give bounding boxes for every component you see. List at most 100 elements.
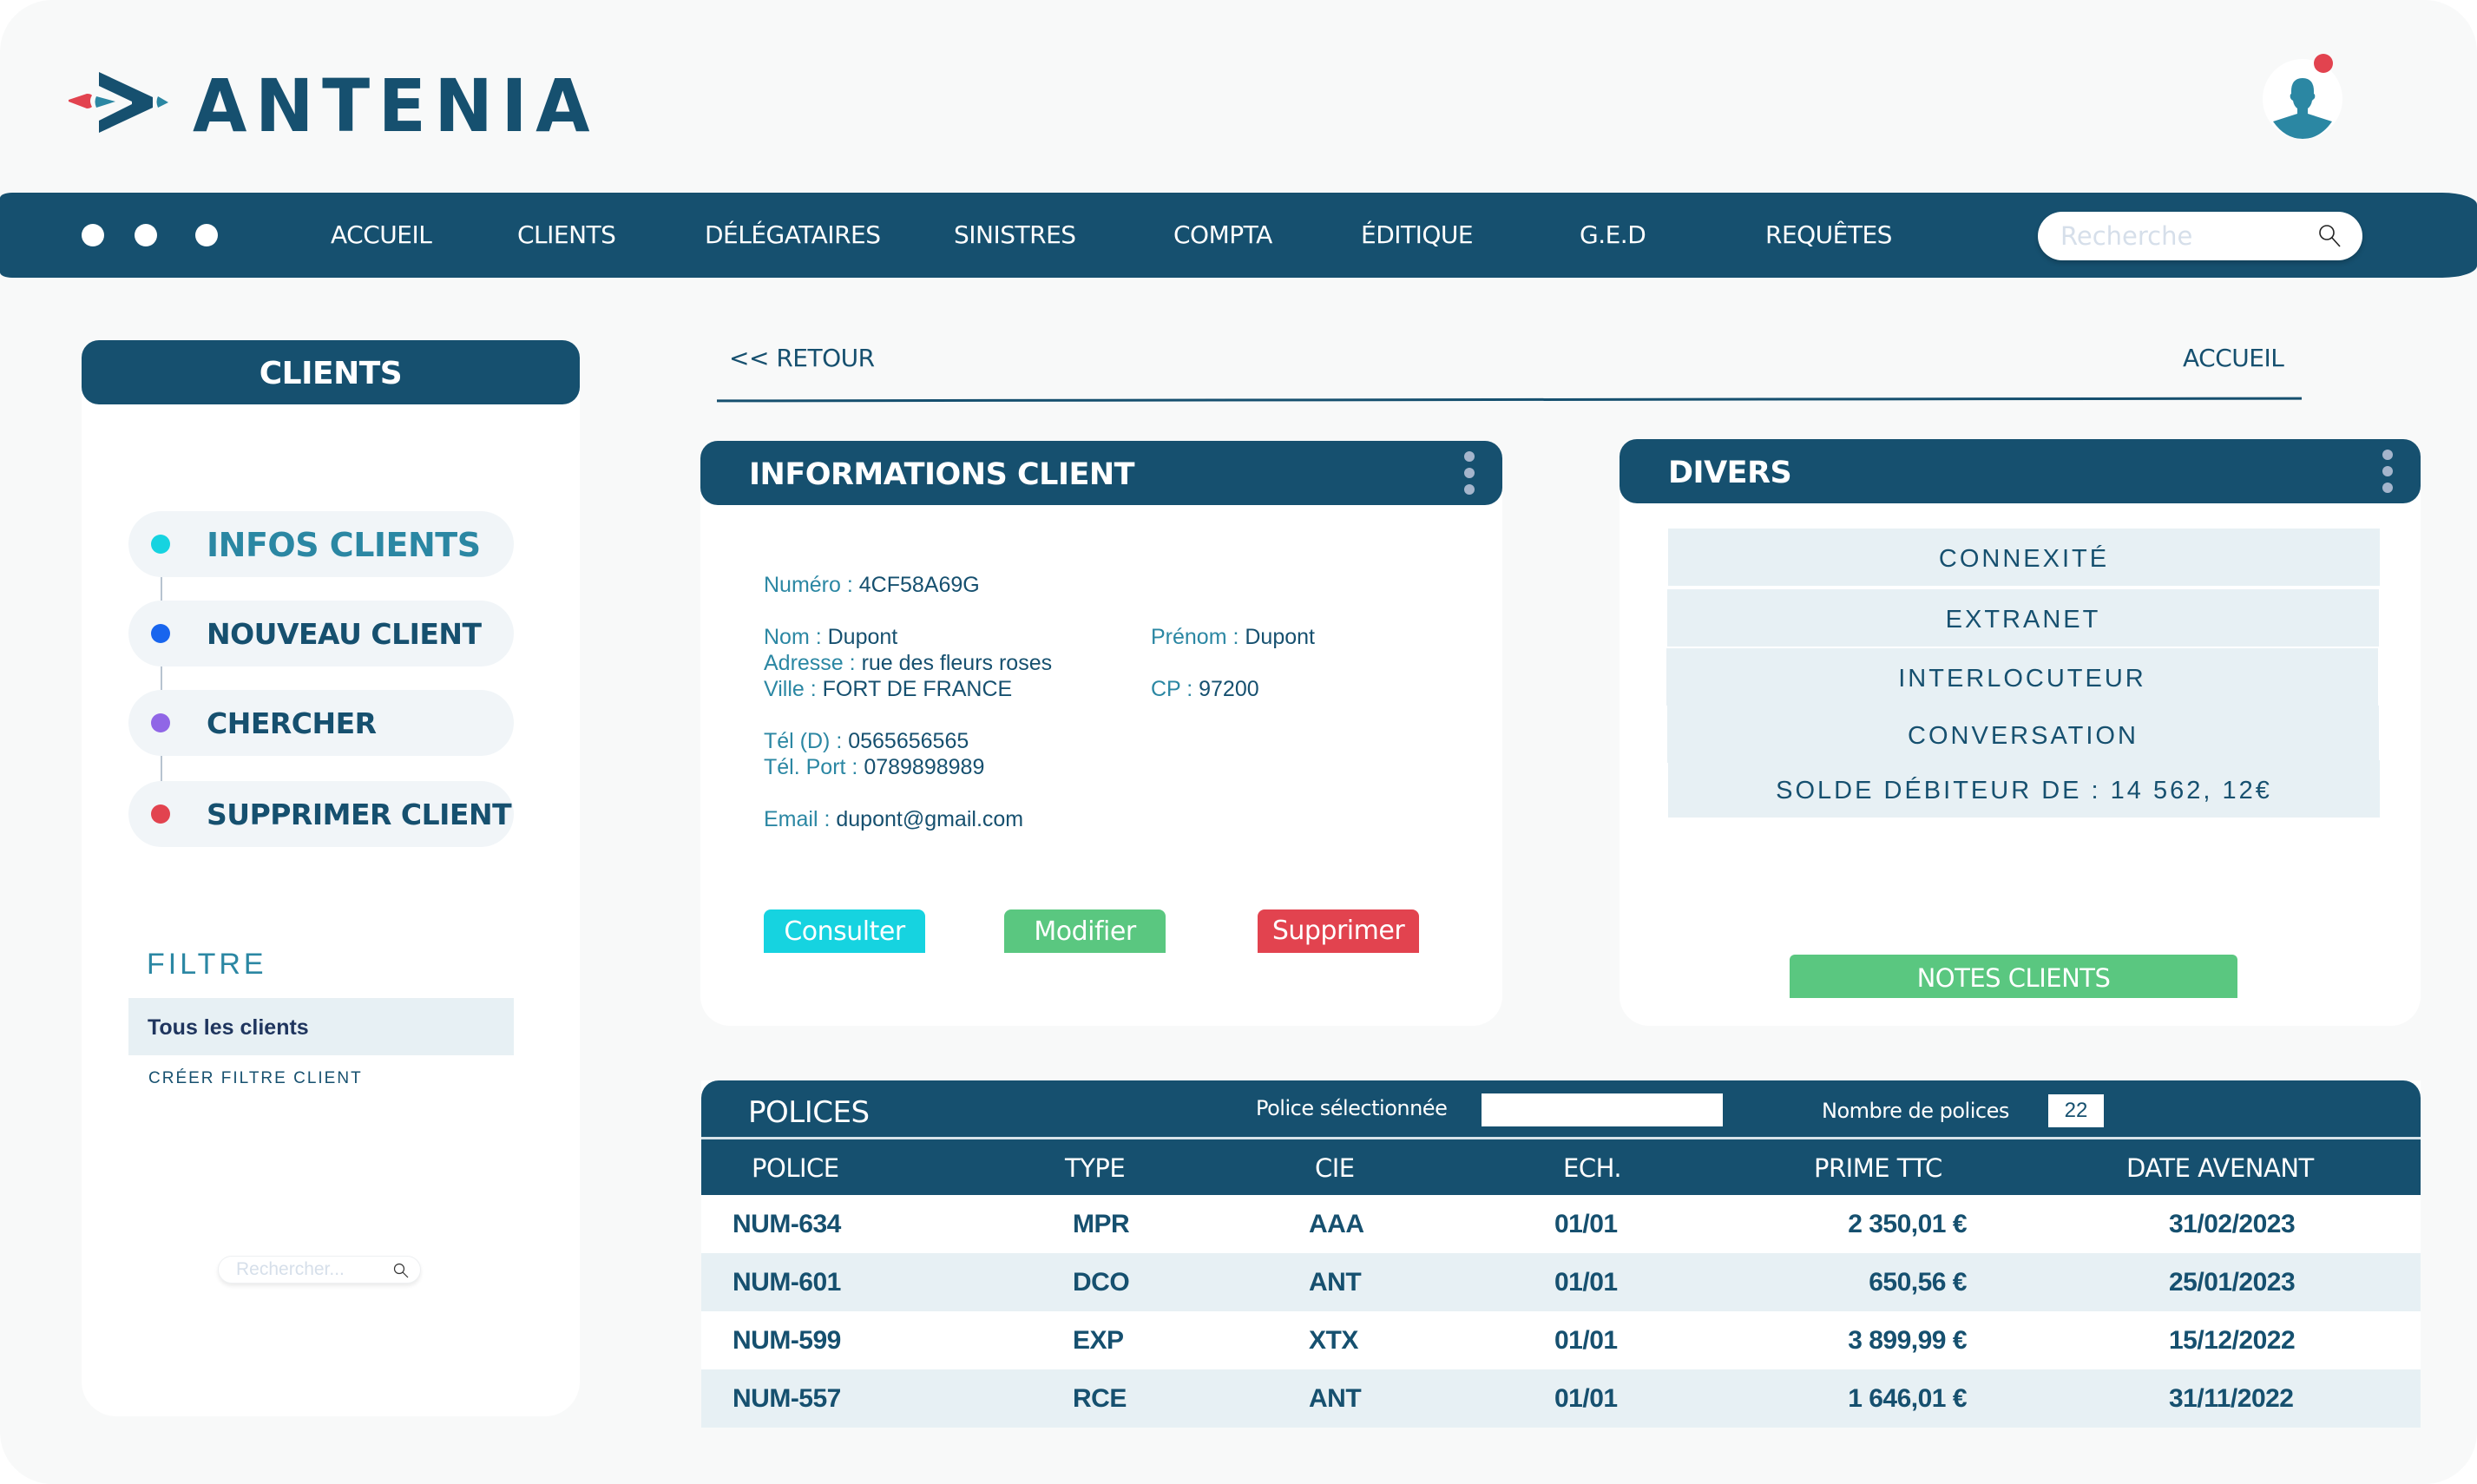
cell-prime-ttc: 650,56 € (1869, 1268, 1967, 1297)
sidebar-item-infos-clients[interactable]: INFOS CLIENTS (128, 511, 514, 577)
column-header-date-avenant[interactable]: DATE AVENANT (2126, 1139, 2314, 1197)
sidebar-search-input[interactable] (236, 1257, 384, 1283)
nav-item-requetes[interactable]: REQUÊTES (1765, 193, 1892, 278)
back-link[interactable]: << RETOUR (729, 344, 875, 372)
card-title: DIVERS (1668, 456, 1792, 490)
cell-date-avenant: 31/02/2023 (2169, 1210, 2296, 1238)
sidebar-item-chercher[interactable]: CHERCHER (128, 690, 514, 756)
column-header-ech[interactable]: ECH. (1563, 1139, 1622, 1197)
field-tel-port: Tél. Port : 0789898989 (764, 754, 984, 780)
column-header-police[interactable]: POLICE (752, 1139, 839, 1197)
field-value: FORT DE FRANCE (822, 677, 1013, 701)
divers-item-conversation[interactable]: CONVERSATION (1667, 706, 2379, 763)
global-search-input[interactable] (2060, 212, 2312, 260)
create-filter-link[interactable]: CRÉER FILTRE CLIENT (148, 1069, 363, 1088)
field-label: CP : (1151, 677, 1199, 701)
field-prenom: Prénom : Dupont (1151, 624, 1315, 650)
selected-policy-input[interactable] (1482, 1093, 1723, 1126)
clients-sidebar: CLIENTS INFOS CLIENTS NOUVEAU CLIENT CHE… (82, 340, 580, 1416)
cell-police: NUM-599 (733, 1326, 841, 1355)
filter-option-all-clients[interactable]: Tous les clients (128, 998, 514, 1055)
field-label: Tél. Port : (764, 755, 864, 779)
sidebar-item-supprimer-client[interactable]: SUPPRIMER CLIENT (128, 781, 514, 847)
cell-cie: ANT (1309, 1268, 1362, 1297)
bullet-icon (151, 804, 170, 824)
column-header-type[interactable]: TYPE (1065, 1139, 1126, 1197)
table-row[interactable]: NUM-557 RCE ANT 01/01 1 646,01 € 31/11/2… (701, 1369, 2421, 1428)
field-label: Email : (764, 807, 837, 831)
cell-prime-ttc: 3 899,99 € (1848, 1326, 1967, 1355)
sidebar-search (218, 1256, 421, 1284)
table-row[interactable]: NUM-601 DCO ANT 01/01 650,56 € 25/01/202… (701, 1253, 2421, 1311)
window-dot-icon[interactable] (82, 224, 104, 246)
notes-clients-button[interactable]: NOTES CLIENTS (1790, 955, 2237, 998)
nav-item-ged[interactable]: G.E.D (1580, 193, 1646, 278)
divers-item-connexite[interactable]: CONNEXITÉ (1668, 529, 2380, 586)
main-navbar: ACCUEIL CLIENTS DÉLÉGATAIRES SINISTRES C… (0, 193, 2477, 278)
column-header-cie[interactable]: CIE (1315, 1139, 1355, 1197)
user-avatar[interactable] (2263, 59, 2342, 139)
sidebar-title: CLIENTS (82, 340, 580, 404)
cell-type: DCO (1073, 1268, 1130, 1297)
cell-ech: 01/01 (1554, 1384, 1618, 1413)
search-icon[interactable] (392, 1262, 410, 1279)
cell-police: NUM-601 (733, 1268, 841, 1297)
field-label: Tél (D) : (764, 729, 849, 753)
field-value: Dupont (827, 625, 898, 649)
cell-prime-ttc: 1 646,01 € (1848, 1384, 1967, 1413)
cell-date-avenant: 25/01/2023 (2169, 1268, 2296, 1297)
field-adresse: Adresse : rue des fleurs roses (764, 650, 1052, 676)
divers-card: DIVERS CONNEXITÉ EXTRANET INTERLOCUTEUR … (1620, 439, 2421, 1026)
table-row[interactable]: NUM-599 EXP XTX 01/01 3 899,99 € 15/12/2… (701, 1311, 2421, 1369)
nav-item-editique[interactable]: ÉDITIQUE (1361, 193, 1474, 278)
nav-item-accueil[interactable]: ACCUEIL (331, 193, 432, 278)
field-value: 4CF58A69G (858, 573, 980, 597)
polices-title: POLICES (748, 1095, 870, 1130)
notification-badge[interactable] (2314, 54, 2333, 73)
nav-item-delegataires[interactable]: DÉLÉGATAIRES (705, 193, 881, 278)
field-value: 0565656565 (848, 729, 969, 753)
cell-ech: 01/01 (1554, 1210, 1618, 1238)
window-dot-icon[interactable] (135, 224, 157, 246)
card-header: INFORMATIONS CLIENT (700, 441, 1502, 505)
table-header: POLICE TYPE CIE ECH. PRIME TTC DATE AVEN… (701, 1139, 2421, 1195)
nav-item-compta[interactable]: COMPTA (1173, 193, 1272, 278)
window-dot-icon[interactable] (195, 224, 218, 246)
divers-item-extranet[interactable]: EXTRANET (1667, 589, 2379, 647)
delete-button[interactable]: Supprimer (1258, 909, 1419, 953)
antenia-logo-icon (69, 72, 168, 133)
cell-type: EXP (1073, 1326, 1124, 1355)
field-value: 97200 (1199, 677, 1259, 701)
policy-count: 22 (2048, 1094, 2104, 1127)
sidebar-item-label: NOUVEAU CLIENT (207, 617, 482, 651)
sidebar-item-nouveau-client[interactable]: NOUVEAU CLIENT (128, 601, 514, 666)
policy-count-label: Nombre de polices (1822, 1099, 2009, 1123)
cell-ech: 01/01 (1554, 1326, 1618, 1355)
field-email: Email : dupont@gmail.com (764, 806, 1023, 832)
consult-button[interactable]: Consulter (764, 909, 925, 953)
nav-item-sinistres[interactable]: SINISTRES (954, 193, 1076, 278)
table-row[interactable]: NUM-634 MPR AAA 01/01 2 350,01 € 31/02/2… (701, 1195, 2421, 1253)
bullet-icon (151, 535, 170, 554)
search-icon[interactable] (2316, 222, 2343, 250)
modify-button[interactable]: Modifier (1004, 909, 1166, 953)
brand-name: ANTENIA (193, 63, 599, 148)
cell-prime-ttc: 2 350,01 € (1848, 1210, 1967, 1238)
filter-title: FILTRE (147, 948, 267, 981)
brand-logo[interactable]: ANTENIA (68, 69, 615, 142)
field-value: rue des fleurs roses (861, 651, 1053, 675)
field-label: Numéro : (764, 573, 859, 597)
nav-item-clients[interactable]: CLIENTS (517, 193, 616, 278)
home-link[interactable]: ACCUEIL (2183, 344, 2284, 372)
sidebar-item-label: SUPPRIMER CLIENT (207, 798, 512, 831)
bullet-icon (151, 713, 170, 732)
column-header-prime-ttc[interactable]: PRIME TTC (1814, 1139, 1942, 1197)
cell-ech: 01/01 (1554, 1268, 1618, 1297)
divers-item-solde-debiteur[interactable]: SOLDE DÉBITEUR DE : 14 562, 12€ (1668, 760, 2380, 818)
field-label: Ville : (764, 677, 823, 701)
divers-item-interlocuteur[interactable]: INTERLOCUTEUR (1666, 648, 2378, 706)
polices-table: POLICES Police sélectionnée Nombre de po… (701, 1080, 2421, 1428)
cell-cie: XTX (1309, 1326, 1358, 1355)
more-options-icon[interactable] (2382, 450, 2395, 495)
more-options-icon[interactable] (1464, 451, 1476, 496)
